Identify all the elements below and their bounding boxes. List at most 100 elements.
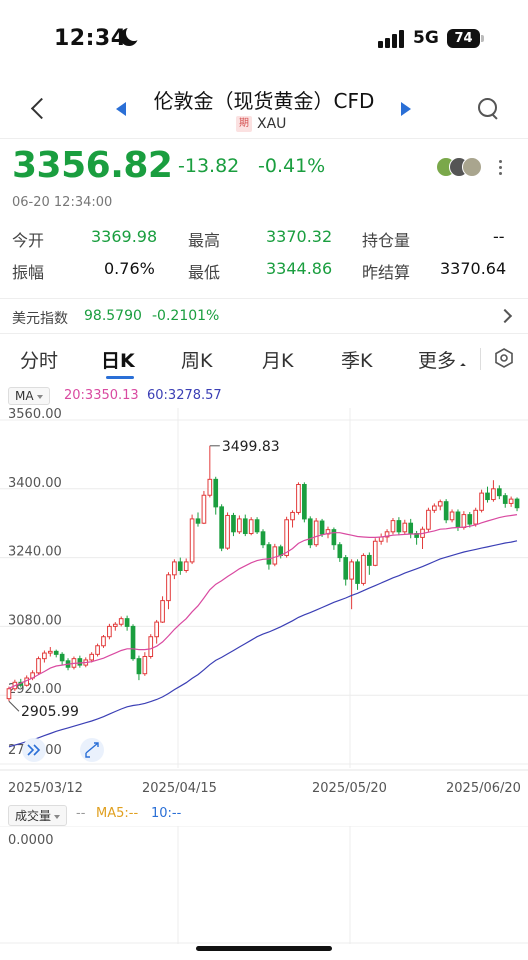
- candle-body: [337, 544, 343, 559]
- instrument-subtitle: 期 XAU: [236, 115, 286, 133]
- candle-body: [432, 505, 437, 511]
- candle-body: [242, 518, 248, 535]
- stat-label: 昨结算: [362, 263, 411, 282]
- home-indicator[interactable]: [196, 946, 332, 951]
- candle-body: [367, 554, 372, 566]
- candle-body: [225, 514, 230, 549]
- candle-body: [319, 520, 325, 535]
- price-change-percent: -0.41%: [258, 155, 326, 177]
- candle-body: [89, 653, 94, 661]
- candle-body: [207, 478, 213, 496]
- chart-settings-icon[interactable]: [494, 348, 514, 368]
- price-change: -13.82: [178, 155, 240, 177]
- candle-body: [390, 520, 396, 533]
- volume-ma10: 10:--: [151, 806, 182, 821]
- candle-body: [130, 625, 136, 660]
- low-annotation-line: [8, 700, 20, 712]
- usd-index-row[interactable]: 美元指数 98.5790 -0.2101%: [0, 298, 528, 334]
- usd-index-value: 98.5790: [84, 308, 142, 324]
- usd-index-change: -0.2101%: [152, 308, 220, 324]
- candle-body: [36, 658, 41, 674]
- candle-body: [361, 554, 366, 584]
- stat-value: 3344.86: [266, 259, 333, 278]
- indicator-select[interactable]: MA: [8, 387, 50, 405]
- avatar: [462, 157, 482, 177]
- ma60-line: [8, 540, 518, 748]
- candle-body: [331, 529, 337, 546]
- prev-instrument-arrow-icon[interactable]: [116, 102, 126, 116]
- candle-body: [95, 645, 100, 655]
- candle-body: [491, 488, 496, 501]
- volume-ma5: MA5:--: [96, 806, 139, 821]
- volume-value: --: [76, 806, 86, 821]
- volume-indicator-select[interactable]: 成交量: [8, 805, 68, 826]
- candle-body: [112, 623, 118, 627]
- stat-value: 3370.64: [440, 259, 507, 278]
- candle-body: [485, 492, 490, 501]
- stat-value: 3369.98: [91, 227, 158, 246]
- x-tick-label: 2025/04/15: [142, 781, 217, 796]
- stat-label: 振幅: [12, 263, 45, 282]
- candle-body: [77, 658, 83, 666]
- stat-value: 0.76%: [104, 259, 155, 278]
- last-price: 3356.82: [12, 145, 173, 186]
- candle-body: [160, 600, 165, 623]
- candle-body: [514, 498, 520, 509]
- candle-body: [124, 618, 130, 627]
- candle-body: [349, 561, 354, 580]
- y-tick-label: 3240.00: [8, 545, 62, 560]
- candle-body: [59, 653, 65, 662]
- battery-icon: 74: [447, 29, 480, 48]
- candle-body: [272, 546, 278, 565]
- community-avatars[interactable]: [436, 157, 486, 177]
- candle-body: [396, 520, 402, 533]
- candle-body: [284, 519, 289, 556]
- tab-more[interactable]: 更多: [418, 346, 456, 373]
- candle-body: [136, 658, 142, 675]
- tab-monthly-k[interactable]: 月K: [262, 346, 293, 373]
- candle-body: [508, 498, 514, 504]
- stat-label: 今开: [12, 231, 45, 250]
- tab-quarterly-k[interactable]: 季K: [341, 346, 372, 373]
- next-instrument-arrow-icon[interactable]: [401, 102, 411, 116]
- candle-body: [313, 520, 319, 546]
- ma20-value: 20:3350.13: [64, 388, 139, 403]
- candle-body: [408, 522, 414, 535]
- stat-label: 持仓量: [362, 231, 411, 250]
- quote-time: 06-20 12:34:00: [12, 195, 113, 210]
- candle-body: [473, 509, 479, 525]
- candle-body: [449, 511, 455, 521]
- candle-body: [47, 650, 53, 654]
- low-annotation: 2905.99: [21, 704, 79, 720]
- candle-body: [219, 506, 224, 549]
- active-tab-underline: [106, 376, 134, 379]
- back-icon[interactable]: [26, 94, 52, 124]
- candle-body: [467, 514, 473, 525]
- search-icon[interactable]: [478, 98, 500, 120]
- volume-indicator-label: 成交量: [15, 809, 52, 823]
- candle-body: [455, 511, 461, 528]
- candle-body: [42, 652, 47, 660]
- futures-tag-icon: 期: [236, 116, 252, 132]
- network-type: 5G: [413, 28, 439, 48]
- volume-chart[interactable]: 0.0000: [0, 825, 528, 944]
- x-tick-label: 2025/06/20: [446, 781, 521, 796]
- tab-daily-k[interactable]: 日K: [101, 346, 135, 373]
- usd-index-label: 美元指数: [12, 311, 68, 327]
- candle-body: [213, 478, 219, 508]
- caret-down-icon: [54, 814, 61, 819]
- y-tick-label: 3400.00: [8, 476, 62, 491]
- ma-legend: MA 20:3350.13 60:3278.57: [0, 384, 528, 408]
- stat-label: 最低: [188, 263, 221, 282]
- do-not-disturb-icon: [120, 25, 142, 46]
- tab-weekly-k[interactable]: 周K: [181, 346, 212, 373]
- more-options-icon[interactable]: [493, 157, 509, 177]
- kline-chart[interactable]: 3560.003400.003240.003080.002920.002760.…: [0, 407, 528, 800]
- quote-panel: 3356.82 -13.82 -0.41% 06-20 12:34:00 今开 …: [0, 138, 528, 298]
- chevron-right-icon: [497, 308, 513, 324]
- candle-body: [172, 561, 177, 576]
- kline-chart-svg: 3560.003400.003240.003080.002920.002760.…: [0, 407, 528, 796]
- stat-value: --: [493, 227, 505, 246]
- y-tick-label: 3560.00: [8, 408, 62, 422]
- tab-intraday[interactable]: 分时: [20, 346, 58, 373]
